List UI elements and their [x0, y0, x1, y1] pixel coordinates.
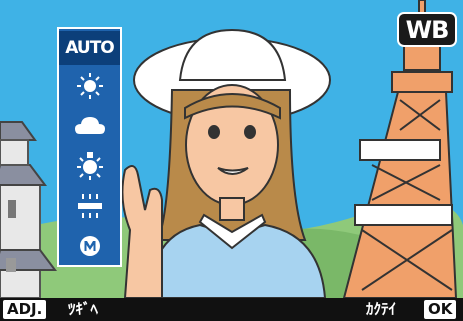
sun-icon: [76, 73, 103, 99]
wb-mode-badge: WB: [397, 12, 457, 47]
incandescent-bulb-icon: [76, 152, 103, 180]
cloud-icon: [74, 117, 105, 134]
next-label: ﾂｷﾞﾍ: [68, 300, 99, 318]
wb-option-fluorescent[interactable]: [59, 189, 120, 223]
wb-option-auto[interactable]: AUTO: [59, 31, 120, 65]
adj-button-hint[interactable]: ADJ.: [3, 300, 47, 319]
wb-auto-label: AUTO: [65, 38, 114, 58]
wb-option-manual[interactable]: [59, 229, 120, 263]
fluorescent-tube-icon: [77, 194, 102, 218]
manual-m-icon: [79, 236, 100, 256]
wb-option-incandescent[interactable]: [59, 149, 120, 183]
wb-option-cloudy[interactable]: [59, 109, 120, 143]
confirm-label: ｶｸﾃｲ: [366, 300, 397, 318]
ok-button-hint[interactable]: OK: [424, 300, 457, 319]
camera-lcd-screen: AUTO WB ADJ. ﾂｷﾞﾍ ｶｸﾃｲ OK: [0, 0, 463, 321]
wb-option-daylight[interactable]: [59, 69, 120, 103]
bottom-guide-bar: ADJ. ﾂｷﾞﾍ ｶｸﾃｲ OK: [0, 298, 463, 321]
white-balance-menu: AUTO: [57, 27, 122, 267]
